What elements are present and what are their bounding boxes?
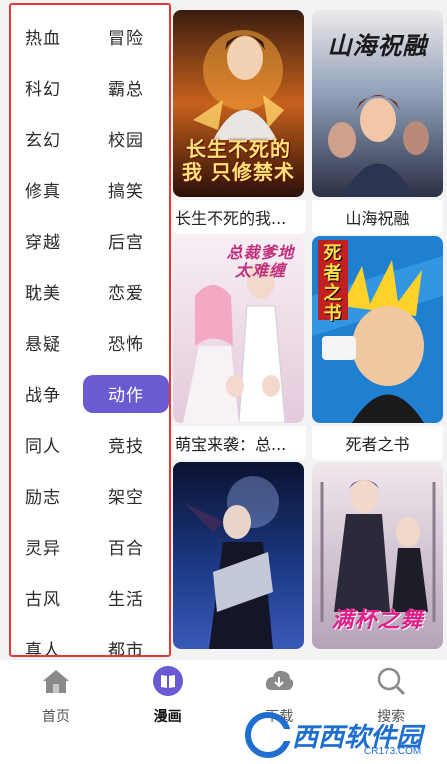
category-label: 励志 — [25, 488, 61, 508]
category-label: 架空 — [108, 488, 144, 508]
category-item[interactable]: 悬疑 — [11, 317, 83, 368]
comic-cover[interactable]: 死者之书 — [312, 236, 443, 423]
cover-title-art: 山海祝融 — [327, 32, 428, 60]
category-item[interactable]: 热血 — [11, 11, 83, 62]
category-sidebar: 热血 冒险 科幻 霸总 玄幻 校园 修真 搞笑 穿越 后宫 耽美 恋爱 悬疑 恐… — [9, 3, 171, 657]
category-item[interactable]: 恐怖 — [83, 317, 169, 368]
cover-title-art: 长生不死的我 只修禁术 — [182, 137, 295, 184]
category-item[interactable]: 冒险 — [83, 11, 169, 62]
category-label: 生活 — [108, 590, 144, 610]
category-label: 修真 — [25, 182, 61, 202]
book-icon — [152, 666, 183, 696]
category-label: 百合 — [108, 539, 144, 559]
category-label: 搞笑 — [108, 182, 144, 202]
category-label: 科幻 — [25, 80, 61, 100]
category-item[interactable]: 战争 — [11, 368, 83, 419]
category-item[interactable]: 都市 — [83, 623, 169, 657]
category-item[interactable]: 真人 — [11, 623, 83, 657]
category-label: 后宫 — [108, 233, 144, 253]
category-item-active[interactable]: 动作 — [83, 368, 169, 419]
nav-comics[interactable]: 漫画 — [112, 660, 224, 764]
category-item[interactable]: 修真 — [11, 164, 83, 215]
category-label: 恋爱 — [108, 284, 144, 304]
comic-cover[interactable]: 山海祝融 — [312, 10, 443, 197]
comic-cover[interactable]: 长生不死的我 只修禁术 — [173, 10, 304, 197]
category-label: 冒险 — [108, 29, 144, 49]
category-item[interactable]: 穿越 — [11, 215, 83, 266]
category-label: 都市 — [108, 641, 144, 657]
category-label: 灵异 — [25, 539, 61, 559]
category-item[interactable]: 生活 — [83, 572, 169, 623]
category-item[interactable]: 恋爱 — [83, 266, 169, 317]
category-item[interactable]: 百合 — [83, 521, 169, 572]
category-label: 同人 — [25, 437, 61, 457]
nav-comics-label: 漫画 — [153, 709, 182, 725]
watermark-subtext: CR173.COM — [364, 746, 422, 757]
category-label: 恐怖 — [108, 335, 144, 355]
category-item[interactable]: 架空 — [83, 470, 169, 521]
category-item[interactable]: 古风 — [11, 572, 83, 623]
comic-title[interactable]: 萌宝来袭：总... — [173, 426, 306, 460]
category-label: 穿越 — [25, 233, 61, 253]
main-content: 热血 冒险 科幻 霸总 玄幻 校园 修真 搞笑 穿越 后宫 耽美 恋爱 悬疑 恐… — [0, 0, 447, 660]
comic-title[interactable]: 死者之书 — [312, 426, 443, 460]
category-label: 热血 — [25, 29, 61, 49]
comic-title[interactable]: 山海祝融 — [312, 200, 443, 234]
category-label: 真人 — [25, 641, 61, 657]
home-icon — [41, 666, 71, 696]
category-item[interactable]: 搞笑 — [83, 164, 169, 215]
comic-cover[interactable]: 满杯之舞 — [312, 462, 443, 649]
search-icon — [376, 666, 406, 696]
cover-title-art: 总裁爹地 太难缠 — [226, 243, 295, 280]
category-label: 玄幻 — [25, 131, 61, 151]
download-icon — [264, 666, 294, 696]
category-item[interactable]: 校园 — [83, 113, 169, 164]
watermark: 西西软件园 CR173.COM — [244, 708, 444, 762]
category-label: 悬疑 — [25, 335, 61, 355]
category-item[interactable]: 后宫 — [83, 215, 169, 266]
cover-illustration — [173, 462, 304, 649]
category-item[interactable]: 励志 — [11, 470, 83, 521]
nav-home[interactable]: 首页 — [0, 660, 112, 764]
category-item[interactable]: 同人 — [11, 419, 83, 470]
category-grid: 热血 冒险 科幻 霸总 玄幻 校园 修真 搞笑 穿越 后宫 耽美 恋爱 悬疑 恐… — [11, 11, 169, 657]
nav-home-label: 首页 — [41, 709, 70, 725]
comic-title[interactable]: 长生不死的我... — [173, 200, 306, 234]
category-item[interactable]: 竞技 — [83, 419, 169, 470]
category-item[interactable]: 霸总 — [83, 62, 169, 113]
category-label: 霸总 — [108, 80, 144, 100]
comic-cover[interactable] — [173, 462, 304, 649]
comic-cover[interactable]: 总裁爹地 太难缠 — [173, 236, 304, 423]
category-item[interactable]: 玄幻 — [11, 113, 83, 164]
cover-title-art: 死者之书 — [323, 243, 343, 324]
category-label: 战争 — [25, 386, 61, 406]
category-label: 竞技 — [108, 437, 144, 457]
category-item[interactable]: 灵异 — [11, 521, 83, 572]
watermark-logo-icon — [245, 712, 292, 758]
category-label: 动作 — [83, 374, 169, 413]
category-item[interactable]: 耽美 — [11, 266, 83, 317]
category-label: 耽美 — [25, 284, 61, 304]
category-item[interactable]: 科幻 — [11, 62, 83, 113]
category-label: 校园 — [108, 131, 144, 151]
cover-title-art: 满杯之舞 — [331, 608, 424, 633]
category-label: 古风 — [25, 590, 61, 610]
